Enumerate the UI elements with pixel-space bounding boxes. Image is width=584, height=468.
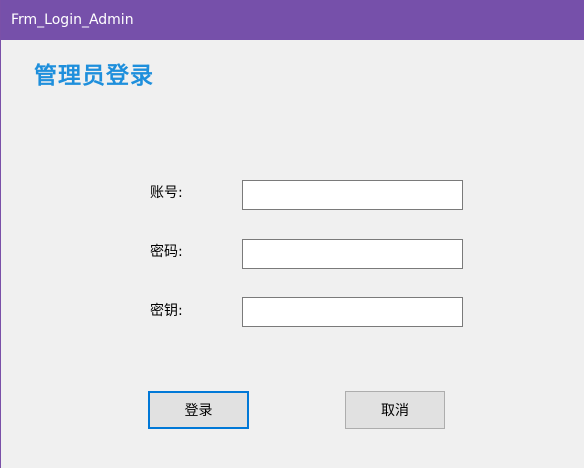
- password-label: 密码:: [150, 244, 183, 260]
- login-button[interactable]: 登录: [148, 391, 249, 429]
- password-input[interactable]: [242, 239, 463, 269]
- key-label: 密钥:: [150, 303, 183, 319]
- window-title: Frm_Login_Admin: [11, 12, 134, 28]
- window-title-bar[interactable]: Frm_Login_Admin: [1, 0, 584, 40]
- cancel-button[interactable]: 取消: [345, 391, 445, 429]
- page-title: 管理员登录: [34, 62, 154, 89]
- account-label: 账号:: [150, 185, 183, 201]
- key-input[interactable]: [242, 297, 463, 327]
- account-input[interactable]: [242, 180, 463, 210]
- login-window: Frm_Login_Admin 管理员登录 账号: 密码: 密钥: 登录 取消: [0, 0, 584, 468]
